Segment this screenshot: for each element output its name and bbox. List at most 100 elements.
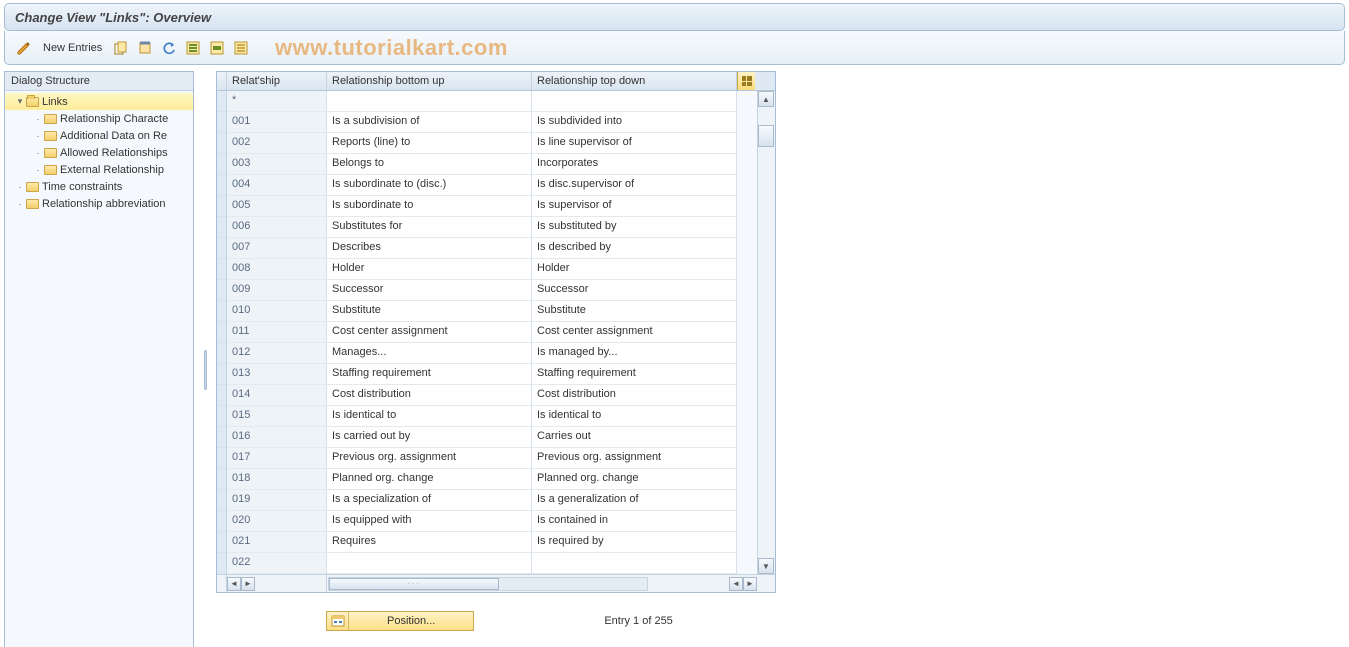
cell-bottom-up[interactable]: Is carried out by <box>327 427 532 448</box>
cell-relationship[interactable]: 002 <box>227 133 327 154</box>
cell-relationship[interactable]: 019 <box>227 490 327 511</box>
cell-relationship[interactable]: 013 <box>227 364 327 385</box>
table-row[interactable]: 022 <box>217 553 757 574</box>
cell-relationship[interactable]: 008 <box>227 259 327 280</box>
row-selector[interactable] <box>217 406 227 427</box>
cell-relationship[interactable]: 012 <box>227 343 327 364</box>
table-row[interactable]: 017Previous org. assignmentPrevious org.… <box>217 448 757 469</box>
cell-top-down[interactable]: Is managed by... <box>532 343 737 364</box>
cell-bottom-up[interactable]: Belongs to <box>327 154 532 175</box>
table-row[interactable]: 005Is subordinate toIs supervisor of <box>217 196 757 217</box>
cell-top-down[interactable]: Staffing requirement <box>532 364 737 385</box>
row-selector[interactable] <box>217 532 227 553</box>
tree-toggle-icon[interactable]: · <box>33 131 43 141</box>
table-row[interactable]: 009SuccessorSuccessor <box>217 280 757 301</box>
table-row[interactable]: 015Is identical toIs identical to <box>217 406 757 427</box>
cell-bottom-up[interactable]: Is subordinate to (disc.) <box>327 175 532 196</box>
tree-toggle-icon[interactable]: · <box>33 114 43 124</box>
row-selector-header[interactable] <box>217 72 227 90</box>
cell-top-down[interactable]: Carries out <box>532 427 737 448</box>
cell-relationship[interactable]: 017 <box>227 448 327 469</box>
cell-bottom-up[interactable]: Is a specialization of <box>327 490 532 511</box>
cell-bottom-up[interactable]: Is subordinate to <box>327 196 532 217</box>
table-row[interactable]: 007DescribesIs described by <box>217 238 757 259</box>
row-selector[interactable] <box>217 385 227 406</box>
cell-relationship[interactable]: 016 <box>227 427 327 448</box>
grid-hscroll-right-1-icon[interactable]: ► <box>241 577 255 591</box>
row-selector[interactable] <box>217 301 227 322</box>
cell-bottom-up[interactable]: Successor <box>327 280 532 301</box>
cell-bottom-up[interactable]: Staffing requirement <box>327 364 532 385</box>
row-selector[interactable] <box>217 511 227 532</box>
cell-relationship[interactable]: 015 <box>227 406 327 427</box>
table-row[interactable]: 020Is equipped withIs contained in <box>217 511 757 532</box>
cell-relationship[interactable]: 004 <box>227 175 327 196</box>
cell-relationship[interactable]: 011 <box>227 322 327 343</box>
tree-toggle-icon[interactable]: · <box>15 199 25 209</box>
cell-bottom-up[interactable]: Previous org. assignment <box>327 448 532 469</box>
table-row[interactable]: 019Is a specialization ofIs a generaliza… <box>217 490 757 511</box>
cell-top-down[interactable] <box>532 553 737 574</box>
cell-top-down[interactable]: Is identical to <box>532 406 737 427</box>
table-row[interactable]: 010SubstituteSubstitute <box>217 301 757 322</box>
grid-hscroll-right-2-icon[interactable]: ► <box>743 577 757 591</box>
cell-top-down[interactable]: Is described by <box>532 238 737 259</box>
cell-bottom-up[interactable]: Is equipped with <box>327 511 532 532</box>
tree-node[interactable]: ·Relationship Characte <box>5 110 193 127</box>
table-row[interactable]: 001Is a subdivision ofIs subdivided into <box>217 112 757 133</box>
undo-change-icon[interactable] <box>160 39 178 57</box>
cell-relationship[interactable]: 001 <box>227 112 327 133</box>
select-block-icon[interactable] <box>208 39 226 57</box>
cell-bottom-up[interactable] <box>327 553 532 574</box>
tree-node[interactable]: ·Relationship abbreviation <box>5 195 193 212</box>
column-header-relationship[interactable]: Relat'ship <box>227 72 327 90</box>
cell-relationship[interactable]: 003 <box>227 154 327 175</box>
cell-relationship[interactable]: 022 <box>227 553 327 574</box>
row-selector[interactable] <box>217 322 227 343</box>
cell-relationship[interactable]: * <box>227 91 327 112</box>
table-row[interactable]: 012Manages...Is managed by... <box>217 343 757 364</box>
table-row[interactable]: 018Planned org. changePlanned org. chang… <box>217 469 757 490</box>
delete-icon[interactable] <box>136 39 154 57</box>
tree-node[interactable]: ·Allowed Relationships <box>5 144 193 161</box>
cell-relationship[interactable]: 006 <box>227 217 327 238</box>
table-row[interactable]: 003Belongs toIncorporates <box>217 154 757 175</box>
copy-as-icon[interactable] <box>112 39 130 57</box>
cell-bottom-up[interactable]: Reports (line) to <box>327 133 532 154</box>
row-selector[interactable] <box>217 217 227 238</box>
row-selector[interactable] <box>217 427 227 448</box>
cell-top-down[interactable]: Is substituted by <box>532 217 737 238</box>
row-selector[interactable] <box>217 91 227 112</box>
cell-top-down[interactable]: Is disc.supervisor of <box>532 175 737 196</box>
tree-node[interactable]: ·Additional Data on Re <box>5 127 193 144</box>
grid-hscroll-track[interactable]: ··· <box>328 577 648 591</box>
row-selector[interactable] <box>217 343 227 364</box>
select-all-icon[interactable] <box>184 39 202 57</box>
table-row[interactable]: * <box>217 91 757 112</box>
tree-node[interactable]: ·Time constraints <box>5 178 193 195</box>
cell-relationship[interactable]: 010 <box>227 301 327 322</box>
table-row[interactable]: 014Cost distributionCost distribution <box>217 385 757 406</box>
deselect-all-icon[interactable] <box>232 39 250 57</box>
cell-top-down[interactable]: Successor <box>532 280 737 301</box>
row-selector[interactable] <box>217 490 227 511</box>
table-row[interactable]: 006Substitutes forIs substituted by <box>217 217 757 238</box>
cell-top-down[interactable]: Is required by <box>532 532 737 553</box>
cell-top-down[interactable]: Cost distribution <box>532 385 737 406</box>
cell-top-down[interactable]: Holder <box>532 259 737 280</box>
table-row[interactable]: 004Is subordinate to (disc.)Is disc.supe… <box>217 175 757 196</box>
column-header-bottom-up[interactable]: Relationship bottom up <box>327 72 532 90</box>
tree-node[interactable]: ·External Relationship <box>5 161 193 178</box>
row-selector[interactable] <box>217 133 227 154</box>
cell-bottom-up[interactable]: Manages... <box>327 343 532 364</box>
grid-hscroll-left-1-icon[interactable]: ◄ <box>227 577 241 591</box>
new-entries-button[interactable]: New Entries <box>39 42 106 54</box>
cell-bottom-up[interactable]: Is identical to <box>327 406 532 427</box>
toggle-display-change-icon[interactable] <box>15 39 33 57</box>
cell-bottom-up[interactable] <box>327 91 532 112</box>
row-selector[interactable] <box>217 112 227 133</box>
splitter-handle-icon[interactable] <box>204 350 207 390</box>
row-selector[interactable] <box>217 196 227 217</box>
cell-top-down[interactable]: Cost center assignment <box>532 322 737 343</box>
table-row[interactable]: 021RequiresIs required by <box>217 532 757 553</box>
